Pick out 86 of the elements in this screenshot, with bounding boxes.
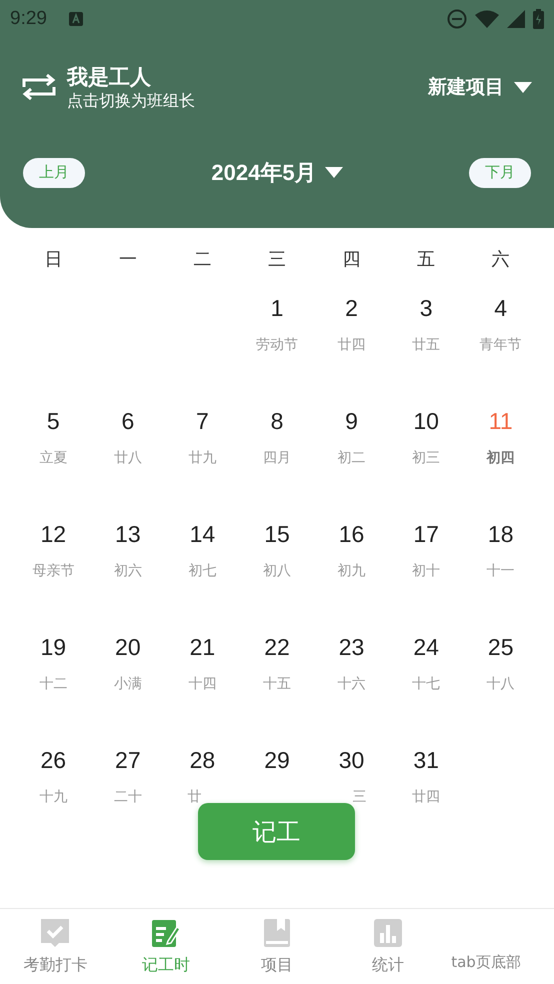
lunar-date: 四月	[262, 448, 291, 466]
tab-item[interactable]: 统计	[332, 909, 444, 984]
weekday-label: 日	[43, 248, 64, 272]
lunar-date: 廿八	[114, 448, 142, 466]
day-number[interactable]: 15	[264, 519, 290, 549]
lunar-date: 初二	[338, 448, 366, 466]
day-number[interactable]: 4	[494, 293, 508, 323]
wifi-icon	[475, 10, 499, 28]
lunar-date: 廿九	[188, 448, 216, 466]
lunar-date: 十六	[338, 674, 366, 692]
day-number[interactable]: 20	[115, 632, 141, 662]
lunar-date: 廿	[187, 787, 202, 805]
lunar-date: 初四	[486, 448, 515, 466]
day-number[interactable]: 18	[488, 519, 514, 549]
lunar-date: 十二	[39, 674, 68, 692]
battery-icon	[533, 9, 544, 29]
day-number[interactable]: 27	[115, 745, 141, 775]
day-number[interactable]: 7	[196, 406, 209, 436]
lunar-date: 十七	[412, 674, 440, 692]
lunar-date: 十五	[262, 674, 291, 692]
day-number[interactable]: 8	[270, 406, 284, 436]
lunar-date: 初三	[412, 448, 440, 466]
day-number[interactable]: 10	[413, 406, 439, 436]
lunar-date: 廿四	[338, 335, 366, 353]
day-number[interactable]: 12	[40, 519, 66, 549]
check-badge-icon	[39, 917, 72, 949]
lunar-date: 青年节	[480, 335, 522, 353]
tab-item[interactable]: 项目	[222, 909, 332, 984]
day-number[interactable]: 25	[488, 632, 514, 662]
tab-label[interactable]: tab页底部	[451, 951, 521, 974]
day-number[interactable]: 6	[121, 406, 134, 436]
weekday-label: 四	[342, 248, 362, 272]
lunar-date: 廿四	[412, 787, 440, 805]
day-number[interactable]: 19	[40, 632, 66, 662]
day-number[interactable]: 31	[413, 745, 439, 775]
day-number[interactable]: 29	[264, 745, 290, 775]
lunar-date: 十九	[39, 787, 68, 805]
day-number[interactable]: 1	[270, 293, 284, 323]
lunar-date: 十一	[486, 561, 515, 579]
lunar-date: 小满	[114, 674, 142, 692]
day-number[interactable]: 26	[40, 745, 66, 775]
keyboard-notification-icon	[68, 12, 83, 26]
lunar-date: 立夏	[39, 448, 68, 466]
day-number[interactable]: 24	[413, 632, 439, 662]
role-title[interactable]: 我是工人	[67, 63, 195, 91]
lunar-date: 廿五	[412, 335, 440, 353]
bar-chart-icon	[372, 917, 404, 949]
day-number[interactable]: 23	[338, 632, 364, 662]
status-time: 9:29	[10, 6, 47, 31]
swap-icon[interactable]	[22, 73, 56, 101]
role-subtitle[interactable]: 点击切换为班组长	[67, 91, 195, 111]
day-number[interactable]: 14	[190, 519, 216, 549]
lunar-date: 初七	[188, 561, 216, 579]
day-number[interactable]: 9	[345, 406, 358, 436]
signal-icon	[507, 10, 525, 28]
do-not-disturb-icon	[447, 9, 467, 29]
lunar-date: 初九	[338, 561, 366, 579]
day-number[interactable]: 28	[190, 745, 216, 775]
day-number[interactable]: 3	[420, 293, 433, 323]
day-number[interactable]: 13	[115, 519, 141, 549]
lunar-date: 三	[352, 787, 367, 805]
day-number[interactable]: 5	[46, 406, 60, 436]
day-number[interactable]: 2	[345, 293, 358, 323]
day-number[interactable]: 30	[338, 745, 364, 775]
caret-icon	[324, 167, 343, 178]
day-number[interactable]: 21	[190, 632, 216, 662]
lunar-date: 母亲节	[32, 561, 74, 579]
tab-item[interactable]: 考勤打卡	[0, 909, 111, 984]
lunar-date: 初八	[262, 561, 291, 579]
weekday-label: 五	[416, 248, 436, 272]
project-dropdown[interactable]: 新建项目	[428, 72, 532, 102]
weekday-label: 三	[266, 248, 287, 272]
lunar-date: 初十	[412, 561, 440, 579]
weekday-label: 二	[192, 248, 212, 272]
weekday-label: 六	[490, 248, 511, 272]
day-number[interactable]: 16	[338, 519, 364, 549]
day-number[interactable]: 17	[413, 519, 439, 549]
weekday-label: 一	[118, 248, 138, 272]
lunar-date: 初六	[114, 561, 142, 579]
day-number[interactable]: 22	[264, 632, 290, 662]
lunar-date: 二十	[114, 787, 142, 805]
lunar-date: 劳动节	[256, 335, 298, 353]
month-picker[interactable]: 2024年5月	[211, 156, 343, 189]
lunar-date: 十四	[188, 674, 216, 692]
caret-icon	[514, 82, 532, 92]
lunar-date: 十八	[486, 674, 515, 692]
